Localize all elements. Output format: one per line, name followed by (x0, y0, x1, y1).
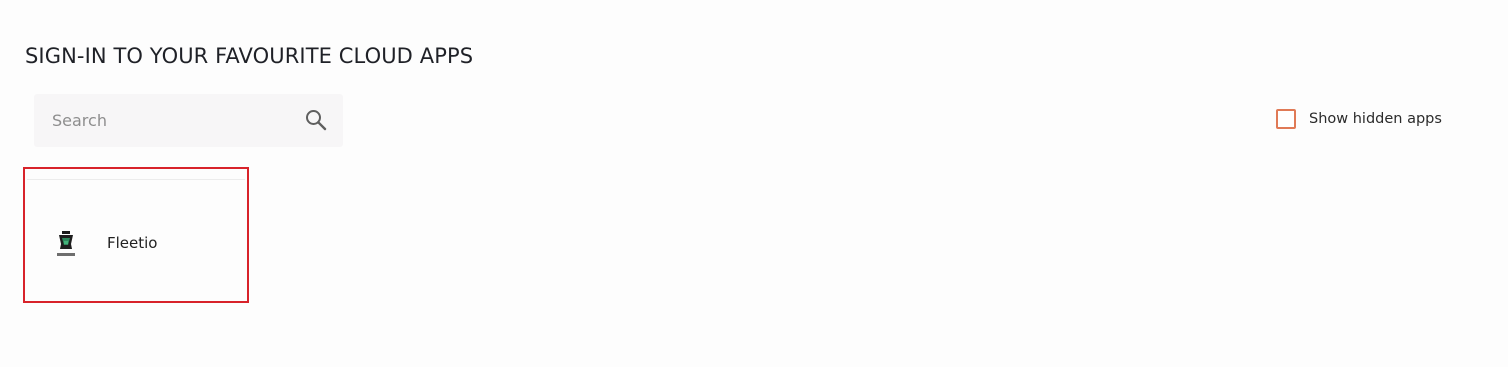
show-hidden-apps-checkbox[interactable] (1276, 109, 1296, 129)
page-title: SIGN-IN TO YOUR FAVOURITE CLOUD APPS (25, 44, 474, 68)
search-input[interactable] (34, 94, 294, 147)
app-tile-fleetio[interactable]: Fleetio (23, 167, 249, 303)
search-box[interactable] (34, 94, 343, 147)
fleetio-logo-icon (55, 230, 77, 260)
app-tile-body: Fleetio (27, 179, 245, 299)
search-icon[interactable] (304, 108, 328, 132)
app-name: Fleetio (107, 234, 158, 252)
app-launcher-page: SIGN-IN TO YOUR FAVOURITE CLOUD APPS Sho… (0, 0, 1508, 367)
show-hidden-apps-label: Show hidden apps (1309, 111, 1442, 127)
show-hidden-apps-toggle[interactable]: Show hidden apps (1276, 109, 1442, 129)
